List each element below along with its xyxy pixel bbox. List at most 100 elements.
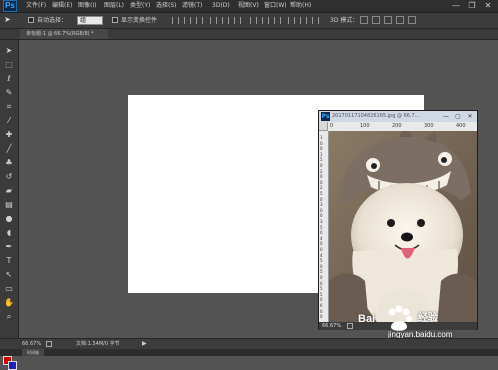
distribute-top-icon[interactable] [250, 17, 257, 24]
ruler-v-label: 2 [320, 185, 323, 191]
align-right-icon[interactable] [234, 17, 241, 24]
menu-edit[interactable]: 编辑(E) [52, 2, 72, 10]
baidu-paw-icon [388, 305, 412, 331]
ruler-v-label: 5 [320, 291, 323, 297]
ruler-v-label: 0 [320, 275, 323, 280]
dodge-tool-icon[interactable]: ◖ [4, 228, 14, 238]
dog-photo[interactable] [329, 131, 477, 325]
clone-stamp-tool-icon[interactable]: ♣ [4, 158, 14, 168]
zoom-tool-icon[interactable]: ⌕ [4, 312, 14, 322]
ruler-v-label: 4 [320, 252, 323, 258]
hand-tool-icon[interactable]: ✋ [4, 298, 14, 308]
3d-slide-icon[interactable] [396, 16, 404, 24]
image-window-minimize-button[interactable]: — [441, 112, 451, 121]
ruler-v-label: 0 [320, 146, 323, 152]
eraser-tool-icon[interactable]: ▰ [4, 186, 14, 196]
vertical-ruler[interactable]: 100150200250300350400450500550600 [319, 131, 329, 325]
menu-select[interactable]: 选择(S) [156, 2, 177, 10]
menu-bar: Ps 文件(F) 编辑(E) 图像(I) 图层(L) 类型(Y) 选择(S) 滤… [0, 0, 498, 13]
status-bar: 66.67% 文档:1.54M/0 字节 ▶ [0, 338, 498, 349]
distribute-bottom-icon[interactable] [274, 17, 281, 24]
brush-tool-icon[interactable]: ╱ [4, 144, 14, 154]
align-hcenter-icon[interactable] [222, 17, 229, 24]
show-transform-checkbox[interactable] [112, 17, 118, 23]
3d-scale-icon[interactable] [408, 16, 416, 24]
menu-view[interactable]: 视图(V) [238, 2, 259, 10]
background-color-swatch[interactable] [8, 361, 17, 370]
gradient-tool-icon[interactable]: ▤ [4, 200, 14, 210]
lasso-tool-icon[interactable]: ℓ [4, 74, 14, 84]
distribute-hcenter-icon[interactable] [300, 17, 307, 24]
ruler-v-label: 0 [320, 308, 323, 314]
watermark-brand-suffix: 经验 [418, 313, 438, 324]
align-left-icon[interactable] [210, 17, 217, 24]
move-tool-icon[interactable]: ➤ [4, 15, 11, 25]
ruler-v-label: 0 [320, 247, 323, 252]
crop-tool-icon[interactable]: ⌗ [4, 102, 14, 112]
document-tab[interactable]: 未标题-1 @ 66.7%(RGB/8) * [20, 29, 108, 39]
menu-window[interactable]: 窗口(W) [264, 2, 287, 10]
pen-tool-icon[interactable]: ✒ [4, 242, 14, 252]
status-info-icon[interactable] [46, 341, 52, 347]
blur-tool-icon[interactable]: ● [4, 214, 14, 224]
image-window-close-button[interactable]: ✕ [465, 112, 475, 121]
watermark-brand: Bai [358, 313, 376, 325]
ruler-origin[interactable] [319, 122, 328, 131]
healing-brush-tool-icon[interactable]: ✚ [4, 130, 14, 140]
auto-select-checkbox[interactable] [28, 17, 34, 23]
distribute-left-icon[interactable] [288, 17, 295, 24]
auto-select-dropdown[interactable]: 组 [77, 16, 103, 25]
3d-pan-icon[interactable] [384, 16, 392, 24]
ruler-v-label: 5 [320, 258, 323, 264]
ruler-v-label: 3 [320, 202, 323, 208]
quick-select-tool-icon[interactable]: ✎ [4, 88, 14, 98]
image-window[interactable]: Ps 20170117104826165.jpg @ 66.7... — ▢ ✕… [318, 110, 478, 330]
window-minimize-button[interactable]: — [448, 0, 464, 12]
document-tab-bar: 未标题-1 @ 66.7%(RGB/8) * [0, 29, 498, 40]
marquee-tool-icon[interactable]: ⬚ [4, 60, 14, 70]
3d-roll-icon[interactable] [372, 16, 380, 24]
eyedropper-tool-icon[interactable]: ⁄ [4, 116, 14, 126]
image-window-restore-button[interactable]: ▢ [453, 112, 463, 121]
align-bottom-icon[interactable] [196, 17, 203, 24]
ruler-v-label: 0 [320, 140, 323, 146]
status-arrow-icon[interactable]: ▶ [142, 339, 147, 349]
ruler-v-label: 0 [320, 163, 323, 168]
history-brush-tool-icon[interactable]: ↺ [4, 172, 14, 182]
path-select-tool-icon[interactable]: ↖ [4, 270, 14, 280]
menu-help[interactable]: 帮助(H) [290, 2, 311, 10]
menu-file[interactable]: 文件(F) [26, 2, 46, 10]
ruler-v-label: 5 [320, 191, 323, 196]
options-bar: ➤ 自动选择： 组 显示变换控件 3D 模式： [0, 13, 498, 29]
doc-info-icon[interactable] [347, 323, 353, 329]
window-close-button[interactable]: ✕ [480, 0, 496, 12]
bottom-panel-bar: 时间轴 [0, 349, 498, 356]
menu-3d[interactable]: 3D(D) [212, 2, 230, 10]
menu-filter[interactable]: 滤镜(T) [182, 2, 202, 10]
menu-layer[interactable]: 图层(L) [104, 2, 124, 10]
ruler-v-label: 0 [320, 196, 323, 202]
shape-tool-icon[interactable]: ▭ [4, 284, 14, 294]
align-top-icon[interactable] [172, 17, 179, 24]
3d-rotate-icon[interactable] [360, 16, 368, 24]
timeline-tab[interactable]: 时间轴 [22, 349, 44, 356]
distribute-right-icon[interactable] [312, 17, 319, 24]
window-restore-button[interactable]: ❐ [464, 0, 480, 12]
menu-type[interactable]: 类型(Y) [130, 2, 150, 10]
status-zoom[interactable]: 66.67% [22, 339, 41, 349]
menu-image[interactable]: 图像(I) [78, 2, 96, 10]
type-tool-icon[interactable]: T [4, 256, 14, 266]
image-window-zoom[interactable]: 66.67% [322, 322, 341, 330]
ruler-h-label: 200 [392, 123, 402, 129]
ruler-v-label: 0 [320, 207, 323, 213]
align-vcenter-icon[interactable] [184, 17, 191, 24]
show-transform-label: 显示变换控件 [121, 17, 158, 24]
image-window-titlebar[interactable]: Ps 20170117104826165.jpg @ 66.7... — ▢ ✕ [319, 111, 477, 122]
distribute-vcenter-icon[interactable] [262, 17, 269, 24]
ruler-h-label: 100 [360, 123, 370, 129]
move-tool-icon[interactable]: ➤ [4, 46, 14, 56]
ruler-v-label: 2 [320, 168, 323, 174]
ruler-v-label: 0 [320, 179, 323, 185]
ruler-v-label: 0 [320, 213, 323, 219]
status-doc-info: 文档:1.54M/0 字节 [76, 341, 120, 347]
